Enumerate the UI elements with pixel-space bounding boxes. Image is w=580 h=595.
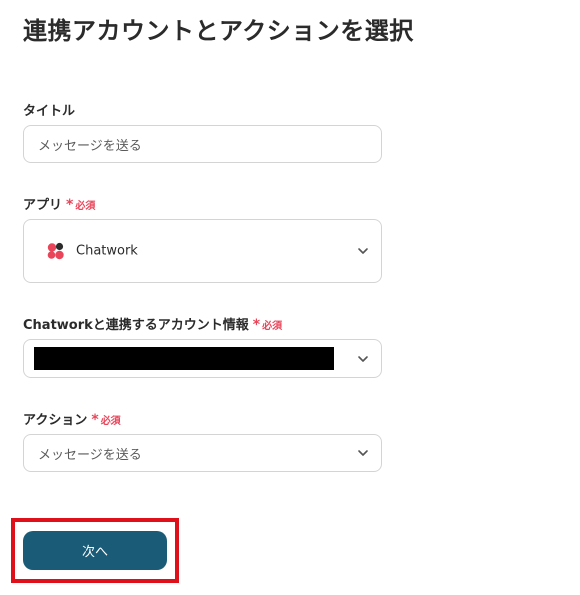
- required-asterisk: *: [91, 412, 99, 428]
- app-label-text: アプリ: [23, 198, 63, 213]
- next-button[interactable]: 次へ: [23, 531, 167, 570]
- action-field-label: アクション * 必須: [23, 409, 121, 428]
- account-select[interactable]: [23, 339, 382, 378]
- title-field-label: タイトル: [23, 100, 75, 119]
- account-field-label: Chatworkと連携するアカウント情報 * 必須: [23, 314, 282, 333]
- action-label-text: アクション: [23, 413, 88, 428]
- chevron-down-icon: [358, 450, 368, 456]
- redacted-account-value: [34, 347, 334, 370]
- required-asterisk: *: [66, 197, 74, 213]
- required-text: 必須: [100, 416, 121, 427]
- app-name: Chatwork: [76, 243, 138, 259]
- title-input-value: メッセージを送る: [38, 138, 142, 154]
- page-title: 連携アカウントとアクションを選択: [23, 17, 414, 45]
- required-text: 必須: [262, 321, 283, 332]
- app-field-label: アプリ * 必須: [23, 194, 95, 213]
- account-label-text: Chatworkと連携するアカウント情報: [23, 318, 249, 333]
- required-asterisk: *: [252, 317, 261, 333]
- action-select-value: メッセージを送る: [38, 447, 142, 463]
- chevron-down-icon: [358, 248, 368, 254]
- action-select[interactable]: メッセージを送る: [23, 434, 382, 472]
- chatwork-logo-icon: [47, 242, 64, 260]
- chevron-down-icon: [358, 355, 368, 362]
- required-text: 必須: [75, 201, 96, 212]
- title-label-text: タイトル: [23, 104, 76, 119]
- app-select[interactable]: Chatwork: [23, 219, 382, 283]
- page: 連携アカウントとアクションを選択 タイトル メッセージを送る アプリ * 必須 …: [0, 0, 580, 595]
- title-input[interactable]: メッセージを送る: [23, 125, 382, 163]
